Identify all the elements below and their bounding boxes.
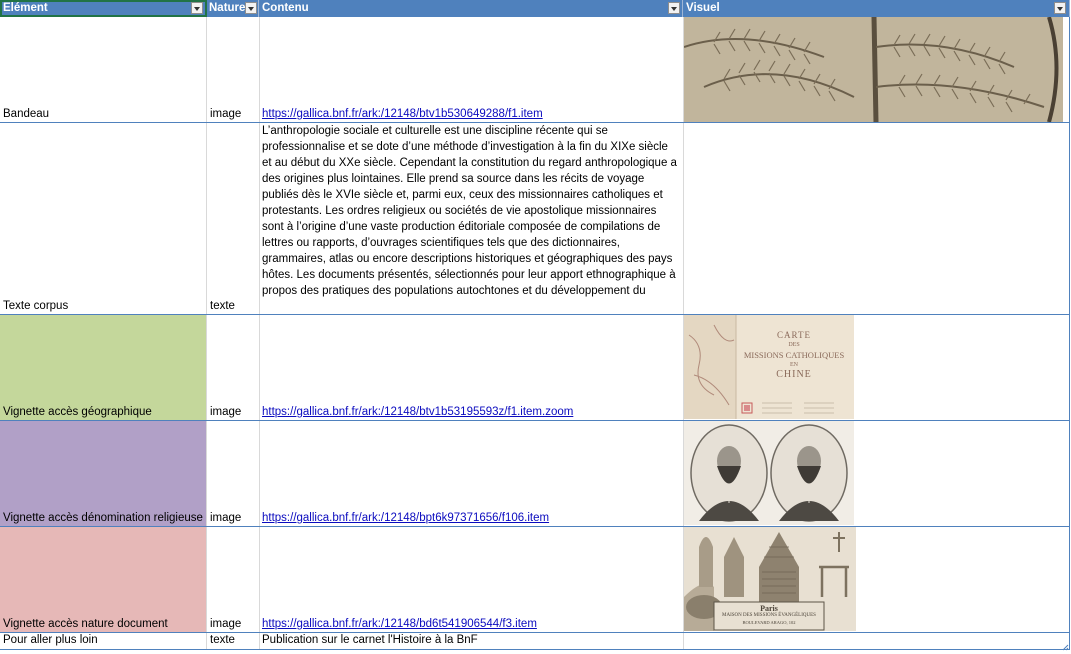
map-title: CARTE DES MISSIONS CATHOLIQUES EN CHINE <box>739 330 849 380</box>
spreadsheet: Elément Nature Contenu Visuel Bandeau im… <box>0 0 1071 651</box>
cell-element-texte-corpus[interactable]: Texte corpus <box>3 300 68 312</box>
link-geo[interactable]: https://gallica.bnf.fr/ark:/12148/btv1b5… <box>262 406 573 418</box>
cell-nature-nature-doc[interactable]: image <box>210 618 241 630</box>
cell-element-nature-doc[interactable]: Vignette accès nature document <box>3 618 168 630</box>
nature-fill-cell[interactable] <box>0 527 207 632</box>
engraving-thumbnail[interactable]: Paris MAISON DES MISSIONS ÉVANGÉLIQUES B… <box>684 527 856 631</box>
engraving-caption-line: MAISON DES MISSIONS ÉVANGÉLIQUES <box>722 613 816 618</box>
cell-element-geo[interactable]: Vignette accès géographique <box>3 406 152 418</box>
cell-nature-bandeau[interactable]: image <box>210 108 241 120</box>
link-religion[interactable]: https://gallica.bnf.fr/ark:/12148/bpt6k9… <box>262 512 549 524</box>
banner-image[interactable] <box>684 17 1063 122</box>
corpus-text: L’anthropologie sociale et culturelle es… <box>262 125 677 297</box>
portraits-thumbnail[interactable] <box>684 421 854 525</box>
link-bandeau[interactable]: https://gallica.bnf.fr/ark:/12148/btv1b5… <box>262 108 543 120</box>
cell-nature-pour-aller[interactable]: texte <box>210 634 235 646</box>
header-cell-nature[interactable]: Nature <box>207 0 259 17</box>
engraving-caption: Paris MAISON DES MISSIONS ÉVANGÉLIQUES B… <box>714 605 824 626</box>
row-border <box>0 314 1069 315</box>
filter-dropdown-icon[interactable] <box>668 2 680 14</box>
header-label-nature: Nature <box>209 2 245 14</box>
header-cell-contenu[interactable]: Contenu <box>259 0 683 17</box>
geo-fill-cell[interactable] <box>0 315 207 420</box>
cell-contenu-pour-aller[interactable]: Publication sur le carnet l'Histoire à l… <box>262 634 478 646</box>
filter-dropdown-icon[interactable] <box>245 2 257 14</box>
link-nature-doc[interactable]: https://gallica.bnf.fr/ark:/12148/bd6t54… <box>262 618 537 630</box>
portraits-illustration <box>684 421 854 525</box>
row-border <box>0 420 1069 421</box>
cell-element-religion[interactable]: Vignette accès dénomination religieuse <box>3 512 206 524</box>
map-title-line: DES <box>788 342 800 348</box>
cell-contenu-texte-corpus[interactable]: L’anthropologie sociale et culturelle es… <box>260 123 683 314</box>
cell-element-pour-aller[interactable]: Pour aller plus loin <box>3 634 98 646</box>
cell-nature-geo[interactable]: image <box>210 406 241 418</box>
header-cell-visuel[interactable]: Visuel <box>683 0 1070 17</box>
header-label-visuel: Visuel <box>686 2 720 14</box>
row-border <box>0 526 1069 527</box>
cell-nature-texte-corpus[interactable]: texte <box>210 300 235 312</box>
grid-line <box>1069 17 1070 650</box>
engraving-caption-line: Paris <box>760 604 778 613</box>
cell-nature-religion[interactable]: image <box>210 512 241 524</box>
map-title-line: CHINE <box>776 369 812 380</box>
map-title-line: CARTE <box>777 330 811 340</box>
religion-fill-cell[interactable] <box>0 421 207 526</box>
map-title-line: MISSIONS CATHOLIQUES <box>743 350 845 360</box>
table-resize-handle[interactable] <box>1062 642 1069 651</box>
filter-dropdown-icon[interactable] <box>191 2 203 14</box>
header-label-contenu: Contenu <box>262 2 309 14</box>
cell-element-bandeau[interactable]: Bandeau <box>3 108 49 120</box>
header-label-element: Elément <box>3 2 48 14</box>
row-border <box>0 632 1069 633</box>
header-cell-element[interactable]: Elément <box>0 0 207 17</box>
map-thumbnail[interactable]: CARTE DES MISSIONS CATHOLIQUES EN CHINE <box>684 315 854 419</box>
fern-tree-illustration <box>684 17 1063 122</box>
grid-line <box>259 17 260 650</box>
filter-dropdown-icon[interactable] <box>1054 2 1066 14</box>
grid-line <box>206 17 207 650</box>
engraving-caption-line: BOULEVARD ARAGO, 102 <box>742 620 796 625</box>
